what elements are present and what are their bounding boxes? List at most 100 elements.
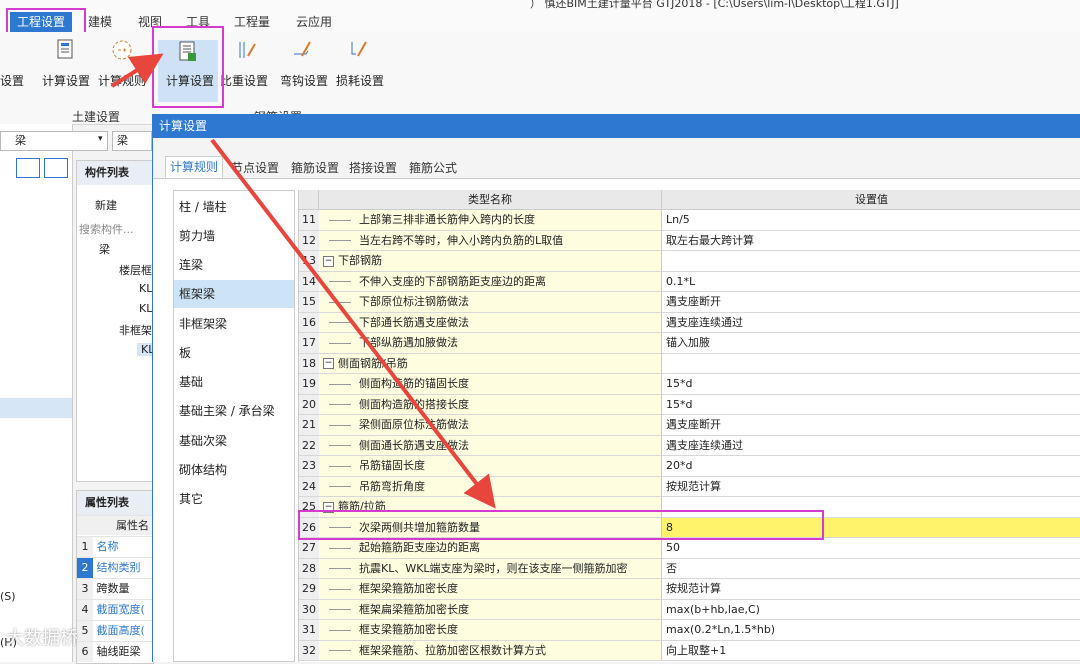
category-item[interactable]: 柱 / 墙柱 [179,193,289,221]
component-type-combo[interactable]: 梁 [112,131,152,151]
category-item[interactable]: 板 [179,339,289,367]
ribbon-loss-settings-button[interactable]: 损耗设置 [336,72,384,89]
setting-value[interactable]: 否 [662,559,1080,579]
category-list: 柱 / 墙柱 剪力墙 连梁 框架梁 非框架梁 板 基础 基础主梁 / 承台梁 基… [173,190,295,662]
setting-value[interactable] [662,251,1080,271]
list-view-icon[interactable] [16,158,40,178]
property-row[interactable]: 1 名称 [77,536,153,557]
ribbon-hook-settings-button[interactable]: 弯钩设置 [280,72,328,89]
ribbon-calc-settings-button[interactable]: 计算设置 [42,72,90,89]
setting-value[interactable]: 遇支座连续通过 [662,313,1080,333]
table-row[interactable]: 22 侧面通长筋遇支座做法 遇支座连续通过 [299,435,1080,456]
setting-value[interactable]: 锚入加腋 [662,333,1080,353]
table-row[interactable]: 19 侧面构造筋的锚固长度 15*d [299,374,1080,395]
setting-name: 下部通长筋遇支座做法 [319,312,662,332]
table-row[interactable]: 30 框架扁梁箍筋加密长度 max(b+hb,lae,C) [299,599,1080,620]
property-row[interactable]: 5 截面高度( [77,620,153,641]
component-list-pane: 构件列表 新建 搜索构件... 梁 楼层框 KL KL 非框架 KL [76,160,159,482]
setting-value[interactable]: max(b+hb,lae,C) [662,600,1080,620]
setting-value[interactable]: Ln/5 [662,210,1080,230]
tab-stirrup-settings[interactable]: 箍筋设置 [291,158,339,178]
setting-value[interactable]: max(0.2*Ln,1.5*hb) [662,620,1080,640]
table-row[interactable]: 21 梁侧面原位标注筋做法 遇支座断开 [299,415,1080,436]
left-strip: (S) (H) [0,124,73,662]
row-number: 17 [299,333,320,353]
category-item[interactable]: 基础 [179,368,289,396]
tab-lap-settings[interactable]: 搭接设置 [349,158,397,178]
table-row[interactable]: 17 下部纵筋遇加腋做法 锚入加腋 [299,333,1080,354]
collapse-icon[interactable]: − [323,358,334,369]
setting-value[interactable]: 遇支座连续通过 [662,436,1080,456]
category-item[interactable]: 砌体结构 [179,456,289,484]
grid-view-icon[interactable] [44,158,68,178]
floor-type-combo[interactable]: 梁 [0,131,108,151]
row-number: 21 [299,415,320,435]
ribbon-calc-rules-button[interactable]: 计算规则 [98,72,146,89]
component-search-input[interactable]: 搜索构件... [79,221,134,237]
table-row[interactable]: 11 上部第三排非通长筋伸入跨内的长度 Ln/5 [299,210,1080,231]
setting-value[interactable]: 按规范计算 [662,477,1080,497]
category-item[interactable]: 基础主梁 / 承台梁 [179,397,289,425]
tree-item[interactable]: 梁 [99,241,110,257]
setting-name: 起始箍筋距支座边的距离 [319,538,662,558]
setting-value[interactable]: 20*d [662,456,1080,476]
property-row[interactable]: 4 截面宽度( [77,599,153,620]
category-item[interactable]: 基础次梁 [179,427,289,455]
tab-calc-rules[interactable]: 计算规则 [165,156,224,178]
tree-item[interactable]: 非框架 [119,322,152,338]
setting-value[interactable]: 0.1*L [662,272,1080,292]
table-row[interactable]: 28 抗震KL、WKL端支座为梁时，则在该支座一侧箍筋加密 否 [299,558,1080,579]
table-row[interactable]: 27 起始箍筋距支座边的距离 50 [299,538,1080,559]
property-label: 跨数量 [96,582,130,595]
chevron-down-icon[interactable]: ▾ [98,134,103,144]
setting-value[interactable]: 15*d [662,395,1080,415]
setting-value[interactable] [662,354,1080,374]
ribbon-weight-settings-button[interactable]: 比重设置 [220,72,268,89]
tree-item[interactable]: 楼层框 [119,262,152,278]
table-row[interactable]: 31 框支梁箍筋加密长度 max(0.2*Ln,1.5*hb) [299,620,1080,641]
setting-value[interactable]: 遇支座断开 [662,292,1080,312]
setting-label: 框支梁箍筋加密长度 [359,623,458,636]
property-row[interactable]: 2 结构类别 [77,557,153,578]
menu-quantity[interactable]: 工程量 [234,13,270,30]
setting-label: 梁侧面原位标注筋做法 [359,418,469,431]
menu-cloud[interactable]: 云应用 [296,13,332,30]
tab-stirrup-formula[interactable]: 箍筋公式 [409,158,457,178]
property-label: 轴线距梁 [96,645,141,658]
table-row[interactable]: 18− 侧面钢筋/吊筋 [299,353,1080,374]
setting-value[interactable]: 按规范计算 [662,579,1080,599]
ribbon-settings-button[interactable]: 设置 [0,72,24,89]
weight-settings-icon [239,42,256,58]
category-item[interactable]: 其它 [179,485,289,513]
property-row[interactable]: 6 轴线距梁 [77,641,153,662]
table-row[interactable]: 14 不伸入支座的下部钢筋距支座边的距离 0.1*L [299,271,1080,292]
category-item[interactable]: 连梁 [179,251,289,279]
table-row[interactable]: 29 框架梁箍筋加密长度 按规范计算 [299,579,1080,600]
tab-node-settings[interactable]: 节点设置 [231,158,279,178]
table-row[interactable]: 23 吊筋锚固长度 20*d [299,456,1080,477]
table-row[interactable]: 15 下部原位标注钢筋做法 遇支座断开 [299,292,1080,313]
group-name: − 下部钢筋 [319,251,662,271]
tree-item[interactable]: KL [139,282,152,295]
setting-label: 下部通长筋遇支座做法 [359,315,469,329]
setting-value[interactable]: 50 [662,538,1080,558]
table-row[interactable]: 20 侧面构造筋的搭接长度 15*d [299,394,1080,415]
setting-value[interactable]: 15*d [662,374,1080,394]
category-item[interactable]: 剪力墙 [179,222,289,250]
table-row[interactable]: 32 框架梁箍筋、拉筋加密区根数计算方式 向上取整+1 [299,640,1080,661]
collapse-icon[interactable]: − [323,255,334,267]
strip-label-s: (S) [0,590,16,603]
setting-value[interactable]: 向上取整+1 [662,641,1080,661]
property-row[interactable]: 3 跨数量 [77,578,153,599]
menu-modeling[interactable]: 建模 [88,13,112,30]
setting-value[interactable]: 遇支座断开 [662,415,1080,435]
table-row[interactable]: 16 下部通长筋遇支座做法 遇支座连续通过 [299,312,1080,333]
tree-item[interactable]: KL [139,302,152,315]
new-component-button[interactable]: 新建 [95,197,117,213]
table-row[interactable]: 12 当左右跨不等时，伸入小跨内负筋的L取值 取左右最大跨计算 [299,230,1080,251]
category-item-selected[interactable]: 框架梁 [174,280,294,308]
table-row[interactable]: 24 吊筋弯折角度 按规范计算 [299,476,1080,497]
category-item[interactable]: 非框架梁 [179,310,289,338]
table-row[interactable]: 13− 下部钢筋 [299,251,1080,272]
setting-value[interactable]: 取左右最大跨计算 [662,231,1080,251]
